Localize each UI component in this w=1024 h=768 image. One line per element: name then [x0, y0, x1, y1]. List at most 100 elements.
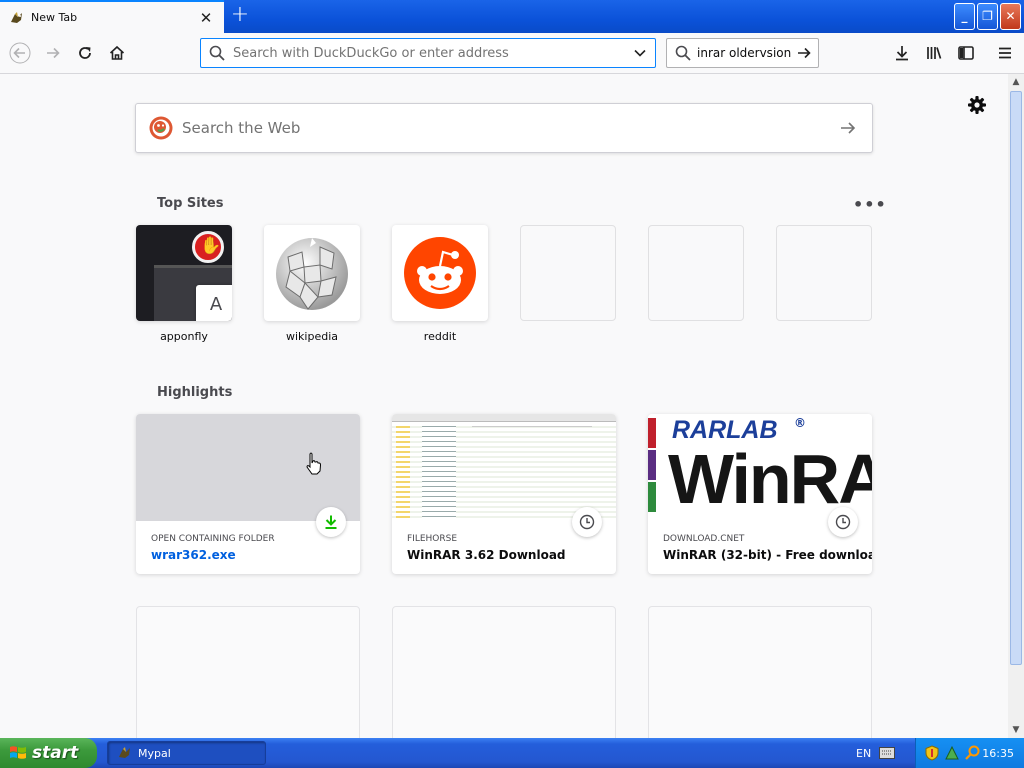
- mypal-favicon-icon: [119, 747, 130, 758]
- arrow-right-icon[interactable]: [839, 119, 857, 137]
- reload-icon: [79, 47, 91, 59]
- top-site-empty[interactable]: [520, 225, 616, 321]
- back-arrow-icon: [9, 42, 31, 64]
- security-shield-icon[interactable]: [924, 745, 940, 761]
- download-icon: [325, 515, 337, 529]
- empty-tile: [776, 225, 872, 321]
- new-tab-page: Search the Web Top Sites ••• ✋ A apponfl…: [0, 74, 1008, 738]
- empty-tile: [520, 225, 616, 321]
- vertical-scrollbar[interactable]: ▲ ▼: [1008, 74, 1024, 738]
- search-bar-value: inrar oldervsion: [697, 46, 792, 60]
- forward-button[interactable]: [41, 41, 65, 65]
- sidebar-button[interactable]: [954, 41, 978, 65]
- download-badge: [316, 507, 346, 537]
- card-title[interactable]: WinRAR 3.62 Download: [407, 548, 566, 562]
- start-button[interactable]: start: [0, 738, 97, 768]
- top-site-apponfly[interactable]: ✋ A apponfly: [136, 225, 232, 343]
- new-tab-button[interactable]: +: [229, 4, 251, 27]
- hamburger-menu-icon: [999, 47, 1011, 59]
- scroll-down-icon[interactable]: ▼: [1008, 722, 1024, 738]
- card-source: FILEHORSE: [407, 534, 458, 544]
- taskbar-item-mypal[interactable]: Mypal: [107, 741, 266, 765]
- highlights-heading: Highlights: [157, 385, 233, 400]
- library-button[interactable]: [922, 41, 946, 65]
- taskbar-item-label: Mypal: [138, 746, 171, 760]
- top-sites-heading: Top Sites: [157, 196, 224, 211]
- home-button[interactable]: [105, 41, 129, 65]
- scrollbar-thumb[interactable]: [1010, 91, 1022, 665]
- card-thumbnail: [392, 414, 616, 521]
- search-bar[interactable]: inrar oldervsion: [666, 38, 819, 68]
- winrar-logo-text: WinRAR: [668, 440, 872, 518]
- start-label: start: [32, 743, 79, 763]
- site-letter-badge: A: [196, 285, 232, 321]
- forward-arrow-icon: [47, 47, 60, 59]
- tab-new-tab[interactable]: New Tab ✕: [0, 0, 224, 33]
- card-source: DOWNLOAD.CNET: [663, 534, 745, 544]
- highlight-placeholder: [136, 606, 360, 738]
- more-options-icon[interactable]: •••: [853, 195, 887, 214]
- menu-button[interactable]: [993, 41, 1017, 65]
- top-site-label: wikipedia: [285, 330, 338, 343]
- mypal-favicon-icon: [11, 11, 22, 23]
- top-site-empty[interactable]: [648, 225, 744, 321]
- sidebar-icon: [958, 46, 974, 60]
- search-icon: [675, 45, 691, 61]
- clock-icon: [835, 514, 851, 530]
- reload-button[interactable]: [73, 41, 97, 65]
- hand-stop-icon: ✋: [200, 236, 222, 256]
- card-source: OPEN CONTAINING FOLDER: [151, 534, 275, 544]
- back-button[interactable]: [8, 41, 32, 65]
- duckduckgo-logo-icon: [149, 116, 173, 140]
- library-icon: [927, 47, 942, 59]
- tab-title: New Tab: [31, 11, 78, 24]
- wikipedia-thumbnail: [264, 225, 360, 321]
- web-search-box[interactable]: Search the Web: [135, 103, 873, 153]
- registered-mark: ®: [794, 416, 806, 430]
- clock: 16:35: [982, 746, 1014, 760]
- highlight-placeholder: [392, 606, 616, 738]
- language-indicator[interactable]: EN: [856, 747, 871, 760]
- navigation-toolbar: Search with DuckDuckGo or enter address …: [0, 33, 1024, 74]
- highlight-placeholder: [648, 606, 872, 738]
- restore-button[interactable]: ❐: [977, 3, 998, 30]
- card-thumbnail: RARLAB ® WinRAR: [648, 414, 872, 521]
- card-title[interactable]: wrar362.exe: [151, 548, 236, 562]
- keyboard-icon[interactable]: [879, 747, 895, 759]
- tab-strip: New Tab ✕ + _ ❐ ✕: [0, 0, 1024, 33]
- top-site-reddit[interactable]: reddit: [392, 225, 488, 343]
- card-title[interactable]: WinRAR (32-bit) - Free downloa...: [663, 548, 872, 562]
- gear-icon[interactable]: [966, 94, 988, 116]
- highlight-card-cnet[interactable]: RARLAB ® WinRAR DOWNLOAD.CNET WinRAR (32…: [648, 414, 872, 574]
- download-icon: [896, 46, 908, 61]
- scroll-up-icon[interactable]: ▲: [1008, 74, 1024, 90]
- hand-cursor-icon: [306, 452, 322, 475]
- clock-badge: [828, 507, 858, 537]
- wikipedia-globe-icon: [276, 238, 348, 310]
- close-window-button[interactable]: ✕: [1000, 3, 1021, 30]
- minimize-button[interactable]: _: [954, 3, 975, 30]
- reddit-alien-icon: [404, 237, 476, 309]
- go-arrow-icon[interactable]: [796, 45, 812, 61]
- web-search-placeholder: Search the Web: [182, 119, 301, 137]
- highlight-card-download[interactable]: OPEN CONTAINING FOLDER wrar362.exe: [136, 414, 360, 574]
- address-bar-placeholder: Search with DuckDuckGo or enter address: [233, 45, 509, 61]
- windows-taskbar: start Mypal EN 16:35: [0, 738, 1024, 768]
- clock-badge: [572, 507, 602, 537]
- network-icon[interactable]: [944, 745, 960, 761]
- top-site-wikipedia[interactable]: wikipedia: [264, 225, 360, 343]
- tab-close-icon[interactable]: ✕: [198, 10, 214, 26]
- empty-tile: [648, 225, 744, 321]
- window-controls: _ ❐ ✕: [954, 3, 1021, 30]
- top-site-label: reddit: [423, 330, 457, 343]
- address-bar[interactable]: Search with DuckDuckGo or enter address: [200, 38, 656, 68]
- clock-icon: [579, 514, 595, 530]
- reddit-thumbnail: [392, 225, 488, 321]
- top-site-empty[interactable]: [776, 225, 872, 321]
- downloads-button[interactable]: [890, 41, 914, 65]
- card-thumbnail: [136, 414, 360, 521]
- windows-logo-icon: [10, 746, 26, 759]
- highlight-card-filehorse[interactable]: FILEHORSE WinRAR 3.62 Download: [392, 414, 616, 574]
- chevron-down-icon[interactable]: [633, 46, 647, 60]
- search-tray-icon[interactable]: [964, 745, 980, 761]
